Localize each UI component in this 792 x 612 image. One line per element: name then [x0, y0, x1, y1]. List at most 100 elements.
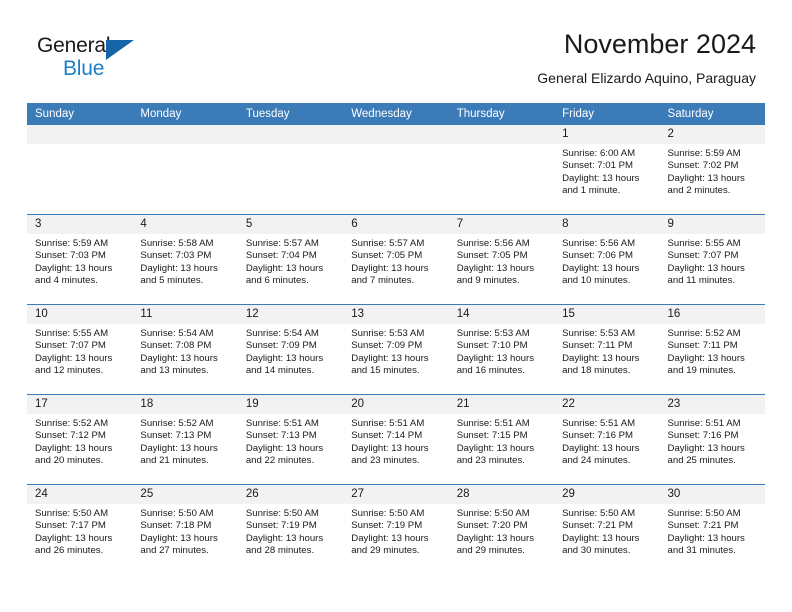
sunrise-text: Sunrise: 5:55 AM: [667, 238, 741, 249]
daylight-text: Daylight: 13 hours and 26 minutes.: [35, 532, 113, 557]
sunset-text: Sunset: 7:07 PM: [35, 340, 106, 352]
daylight-text: Daylight: 13 hours and 23 minutes.: [456, 442, 535, 467]
daylight-text: Daylight: 13 hours and 19 minutes.: [667, 352, 745, 377]
page-title: November 2024: [563, 29, 756, 59]
day-cell[interactable]: 15 Sunrise: 5:53 AM Sunset: 7:11 PM Dayligh…: [554, 305, 660, 394]
daylight-text: Daylight: 13 hours and 14 minutes.: [245, 352, 324, 377]
day-info: Sunrise: 5:55 AM Sunset: 7:07 PM Daylight:…: [660, 234, 765, 288]
day-info: Sunrise: 6:00 AM Sunset: 7:01 PM Daylight:…: [554, 144, 659, 198]
sunrise-text: Sunrise: 5:50 AM: [351, 508, 425, 519]
sunrise-text: Sunrise: 5:57 AM: [351, 238, 425, 249]
day-number: 9: [659, 215, 765, 234]
day-info: Sunrise: 5:57 AM Sunset: 7:04 PM Daylight:…: [238, 234, 343, 288]
day-cell[interactable]: 7 Sunrise: 5:56 AM Sunset: 7:05 PM Daylight…: [448, 215, 555, 304]
day-number: 4: [132, 215, 238, 234]
daylight-text: Daylight: 13 hours and 23 minutes.: [351, 442, 429, 467]
day-info: Sunrise: 5:58 AM Sunset: 7:03 PM Daylight:…: [132, 234, 237, 288]
day-cell[interactable]: 29 Sunrise: 5:50 AM Sunset: 7:21 PM Dayligh…: [554, 485, 660, 574]
day-number: 23: [659, 395, 765, 414]
day-cell[interactable]: 3 Sunrise: 5:59 AM Sunset: 7:03 PM Daylight…: [27, 215, 133, 304]
weekday-header-tuesday: Tuesday: [245, 108, 290, 120]
page-header: General Blue November 2024 General Eliza…: [0, 0, 792, 100]
day-cell[interactable]: 25 Sunrise: 5:50 AM Sunset: 7:18 PM Dayligh…: [132, 485, 238, 574]
day-cell[interactable]: 27 Sunrise: 5:50 AM Sunset: 7:19 PM Dayligh…: [343, 485, 449, 574]
sunrise-text: Sunrise: 5:51 AM: [562, 418, 636, 429]
sunrise-text: Sunrise: 5:51 AM: [245, 418, 319, 429]
sunrise-text: Sunrise: 5:52 AM: [140, 418, 214, 429]
day-cell-empty: [27, 125, 133, 214]
calendar-body: 1 Sunrise: 6:00 AM Sunset: 7:01 PM Daylight…: [27, 125, 765, 574]
day-number: 24: [27, 485, 133, 504]
day-info: Sunrise: 5:59 AM Sunset: 7:03 PM Daylight:…: [27, 234, 132, 288]
sunrise-text: Sunrise: 5:51 AM: [351, 418, 425, 429]
day-cell[interactable]: 28 Sunrise: 5:50 AM Sunset: 7:20 PM Dayligh…: [448, 485, 555, 574]
sunset-text: Sunset: 7:10 PM: [456, 340, 528, 352]
day-cell[interactable]: 21 Sunrise: 5:51 AM Sunset: 7:15 PM Dayligh…: [448, 395, 555, 484]
day-info: Sunrise: 5:50 AM Sunset: 7:20 PM Daylight:…: [449, 504, 554, 558]
day-cell[interactable]: 17 Sunrise: 5:52 AM Sunset: 7:12 PM Dayligh…: [27, 395, 133, 484]
weekday-header-monday: Monday: [140, 108, 182, 120]
day-cell[interactable]: 8 Sunrise: 5:56 AM Sunset: 7:06 PM Daylight…: [554, 215, 660, 304]
sunset-text: Sunset: 7:20 PM: [456, 520, 528, 532]
sunrise-text: Sunrise: 5:51 AM: [667, 418, 741, 429]
sunset-text: Sunset: 7:12 PM: [35, 430, 106, 442]
day-cell[interactable]: 9 Sunrise: 5:55 AM Sunset: 7:07 PM Daylight…: [659, 215, 765, 304]
sunset-text: Sunset: 7:13 PM: [245, 430, 317, 442]
day-number: 20: [343, 395, 449, 414]
title-block: November 2024 General Elizardo Aquino, P…: [537, 28, 756, 88]
sunrise-text: Sunrise: 5:57 AM: [245, 238, 319, 249]
day-cell[interactable]: 5 Sunrise: 5:57 AM Sunset: 7:04 PM Daylight…: [237, 215, 344, 304]
day-number: 11: [132, 305, 238, 324]
day-cell[interactable]: 6 Sunrise: 5:57 AM Sunset: 7:05 PM Daylight…: [343, 215, 449, 304]
day-cell[interactable]: 24 Sunrise: 5:50 AM Sunset: 7:17 PM Dayligh…: [27, 485, 133, 574]
day-number: [343, 125, 449, 144]
day-number: 7: [448, 215, 555, 234]
logo-text-general: General: [37, 34, 111, 57]
day-cell[interactable]: 30 Sunrise: 5:50 AM Sunset: 7:21 PM Dayligh…: [659, 485, 765, 574]
sunset-text: Sunset: 7:13 PM: [140, 430, 212, 442]
day-cell[interactable]: 12 Sunrise: 5:54 AM Sunset: 7:09 PM Dayligh…: [237, 305, 344, 394]
day-info: Sunrise: 5:51 AM Sunset: 7:16 PM Daylight:…: [660, 414, 765, 468]
day-cell[interactable]: 19 Sunrise: 5:51 AM Sunset: 7:13 PM Dayligh…: [237, 395, 344, 484]
sunset-text: Sunset: 7:03 PM: [140, 250, 212, 262]
day-number: 13: [343, 305, 449, 324]
daylight-text: Daylight: 13 hours and 31 minutes.: [667, 532, 745, 557]
day-info: Sunrise: 5:50 AM Sunset: 7:18 PM Daylight:…: [132, 504, 237, 558]
day-cell[interactable]: 2 Sunrise: 5:59 AM Sunset: 7:02 PM Daylight…: [659, 125, 765, 214]
day-cell[interactable]: 11 Sunrise: 5:54 AM Sunset: 7:08 PM Dayligh…: [132, 305, 238, 394]
week-row: 24 Sunrise: 5:50 AM Sunset: 7:17 PM Dayligh…: [27, 484, 765, 574]
day-number: [448, 125, 555, 144]
day-cell[interactable]: 16 Sunrise: 5:52 AM Sunset: 7:11 PM Dayligh…: [659, 305, 765, 394]
daylight-text: Daylight: 13 hours and 5 minutes.: [140, 262, 218, 287]
weekday-header-friday: Friday: [562, 108, 595, 120]
day-cell[interactable]: 1 Sunrise: 6:00 AM Sunset: 7:01 PM Daylight…: [554, 125, 660, 214]
day-info: Sunrise: 5:52 AM Sunset: 7:11 PM Daylight:…: [660, 324, 765, 378]
sunset-text: Sunset: 7:14 PM: [351, 430, 423, 442]
day-cell[interactable]: 18 Sunrise: 5:52 AM Sunset: 7:13 PM Dayligh…: [132, 395, 238, 484]
day-number: 6: [343, 215, 449, 234]
daylight-text: Daylight: 13 hours and 30 minutes.: [562, 532, 640, 557]
day-info: Sunrise: 5:52 AM Sunset: 7:12 PM Daylight:…: [27, 414, 132, 468]
day-cell[interactable]: 22 Sunrise: 5:51 AM Sunset: 7:16 PM Dayligh…: [554, 395, 660, 484]
logo-triangle-icon: [106, 40, 134, 60]
day-number: 12: [237, 305, 344, 324]
day-cell[interactable]: 14 Sunrise: 5:53 AM Sunset: 7:10 PM Dayligh…: [448, 305, 555, 394]
sunrise-text: Sunrise: 5:59 AM: [35, 238, 109, 249]
day-cell[interactable]: 13 Sunrise: 5:53 AM Sunset: 7:09 PM Dayligh…: [343, 305, 449, 394]
day-info: Sunrise: 5:51 AM Sunset: 7:14 PM Daylight:…: [343, 414, 448, 468]
day-cell[interactable]: 20 Sunrise: 5:51 AM Sunset: 7:14 PM Dayligh…: [343, 395, 449, 484]
day-cell[interactable]: 26 Sunrise: 5:50 AM Sunset: 7:19 PM Dayligh…: [237, 485, 344, 574]
day-info: Sunrise: 5:56 AM Sunset: 7:05 PM Daylight:…: [449, 234, 554, 288]
sunrise-text: Sunrise: 5:52 AM: [35, 418, 109, 429]
day-cell[interactable]: 23 Sunrise: 5:51 AM Sunset: 7:16 PM Dayligh…: [659, 395, 765, 484]
day-cell[interactable]: 10 Sunrise: 5:55 AM Sunset: 7:07 PM Dayligh…: [27, 305, 133, 394]
daylight-text: Daylight: 13 hours and 28 minutes.: [245, 532, 324, 557]
week-row: 10 Sunrise: 5:55 AM Sunset: 7:07 PM Dayligh…: [27, 304, 765, 394]
day-cell[interactable]: 4 Sunrise: 5:58 AM Sunset: 7:03 PM Daylight…: [132, 215, 238, 304]
sunrise-text: Sunrise: 5:56 AM: [456, 238, 530, 249]
day-info: Sunrise: 5:56 AM Sunset: 7:06 PM Daylight:…: [554, 234, 659, 288]
generalblue-logo[interactable]: General Blue: [37, 34, 157, 80]
sunset-text: Sunset: 7:19 PM: [351, 520, 423, 532]
daylight-text: Daylight: 13 hours and 27 minutes.: [140, 532, 218, 557]
sunrise-text: Sunrise: 5:56 AM: [562, 238, 636, 249]
